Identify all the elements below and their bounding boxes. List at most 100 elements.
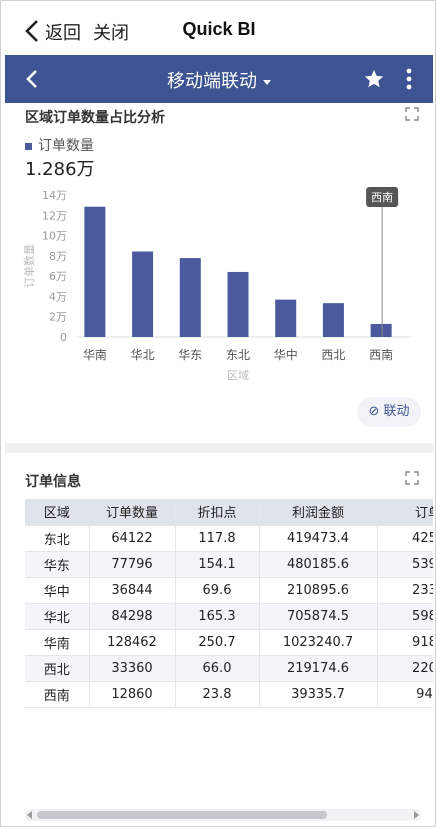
table-cell: 西北 bbox=[25, 655, 90, 682]
bar-华东 bbox=[179, 258, 201, 337]
y-tick-label: 6万 bbox=[49, 270, 67, 283]
page-header: 移动端联动 bbox=[5, 55, 433, 103]
y-tick-label: 0 bbox=[60, 331, 67, 344]
table-header-row: 区域订单数量折扣点利润金额订单金额 bbox=[25, 499, 433, 526]
table-cell: 480185.6 bbox=[259, 551, 378, 578]
fullscreen-icon[interactable] bbox=[405, 107, 419, 121]
y-tick-label: 10万 bbox=[42, 230, 67, 243]
y-tick-label: 8万 bbox=[49, 250, 67, 263]
scroll-right-icon[interactable] bbox=[414, 811, 419, 819]
page-title-text: 移动端联动 bbox=[167, 71, 257, 92]
legend-swatch bbox=[25, 142, 32, 150]
scroll-left-icon[interactable] bbox=[27, 811, 32, 819]
y-tick-label: 14万 bbox=[42, 189, 67, 202]
x-tick-label: 华北 bbox=[131, 348, 155, 362]
x-tick-label: 华南 bbox=[83, 347, 107, 362]
bar-东北 bbox=[227, 271, 249, 337]
x-tick-label: 华中 bbox=[274, 347, 298, 362]
table-cell: 210895.6 bbox=[259, 577, 378, 604]
table-fullscreen-icon[interactable] bbox=[405, 471, 419, 485]
table-scroll-area[interactable]: 区域订单数量折扣点利润金额订单金额 东北64122117.8419473.442… bbox=[25, 499, 433, 759]
table-cell: 2334481 bbox=[377, 577, 433, 604]
table-cell: 64122 bbox=[89, 525, 176, 552]
bar-华南 bbox=[84, 206, 106, 337]
table-cell: 705874.5 bbox=[259, 603, 378, 630]
section-divider bbox=[5, 443, 433, 453]
table-row[interactable]: 东北64122117.8419473.44251907 bbox=[25, 525, 433, 552]
table-row[interactable]: 华北84298165.3705874.55987644 bbox=[25, 603, 433, 630]
y-tick-label: 12万 bbox=[42, 209, 67, 222]
table-cell: 12860 bbox=[89, 681, 176, 708]
table-cell: 69.6 bbox=[175, 577, 260, 604]
total-value: 1.286万 bbox=[25, 159, 95, 180]
table-cell: 华中 bbox=[25, 577, 90, 604]
table-cell: 华东 bbox=[25, 551, 90, 578]
table-cell: 128462 bbox=[89, 629, 176, 656]
table-cell: 1023240.7 bbox=[259, 629, 378, 656]
x-axis-label: 区域 bbox=[227, 369, 249, 382]
table-card-title: 订单信息 bbox=[25, 474, 81, 490]
table-cell: 华北 bbox=[25, 603, 90, 630]
table-cell: 23.8 bbox=[175, 681, 260, 708]
scroll-thumb[interactable] bbox=[37, 811, 327, 819]
bar-西北 bbox=[322, 303, 344, 337]
table-row[interactable]: 华东77796154.1480185.65399745 bbox=[25, 551, 433, 578]
link-button[interactable]: ⊘ 联动 bbox=[357, 397, 421, 427]
app-title: Quick BI bbox=[182, 19, 256, 39]
column-header[interactable]: 订单金额 bbox=[377, 499, 433, 526]
y-tick-label: 2万 bbox=[49, 311, 67, 324]
horizontal-scrollbar[interactable] bbox=[25, 809, 421, 821]
column-header[interactable]: 利润金额 bbox=[259, 499, 378, 526]
x-tick-label: 东北 bbox=[226, 348, 250, 362]
bar-chart[interactable]: 0 2万 4万 6万 8万 10万 12万 14万订单数量华南 华北 华东 东北 华中 西北 西南区域 西南 bbox=[5, 183, 433, 383]
table-cell: 117.8 bbox=[175, 525, 260, 552]
bar-华北 bbox=[132, 251, 154, 337]
x-tick-label: 西北 bbox=[321, 348, 345, 362]
y-tick-label: 4万 bbox=[49, 290, 67, 303]
table-row[interactable]: 华中3684469.6210895.62334481 bbox=[25, 577, 433, 604]
dropdown-caret-icon bbox=[263, 79, 271, 85]
table-cell: 东北 bbox=[25, 525, 90, 552]
table-cell: 66.0 bbox=[175, 655, 260, 682]
table-cell: 36844 bbox=[89, 577, 176, 604]
top-bar: 返回 关闭 Quick BI bbox=[1, 1, 435, 55]
link-icon: ⊘ bbox=[368, 404, 380, 419]
table-cell: 165.3 bbox=[175, 603, 260, 630]
x-tick-label: 西南 bbox=[369, 347, 393, 362]
chart-legend[interactable]: 订单数量 bbox=[25, 135, 94, 155]
table-row[interactable]: 华南128462250.71023240.79181001 bbox=[25, 629, 433, 656]
more-vertical-icon[interactable] bbox=[405, 67, 413, 91]
table-cell: 84298 bbox=[89, 603, 176, 630]
table-cell: 5399745 bbox=[377, 551, 433, 578]
app-frame: 返回 关闭 Quick BI 移动端联动 区域订单数量占比分析 订单数量 1.2… bbox=[0, 0, 436, 827]
bar-西南 bbox=[370, 323, 392, 337]
order-table: 区域订单数量折扣点利润金额订单金额 东北64122117.8419473.442… bbox=[25, 499, 433, 708]
table-cell: 西南 bbox=[25, 681, 90, 708]
table-cell: 33360 bbox=[89, 655, 176, 682]
table-cell: 77796 bbox=[89, 551, 176, 578]
table-cell: 419473.4 bbox=[259, 525, 378, 552]
legend-label: 订单数量 bbox=[38, 138, 94, 154]
table-row[interactable]: 西北3336066.0219174.62206081 bbox=[25, 655, 433, 682]
link-button-label: 联动 bbox=[383, 404, 410, 419]
table-cell: 2206081 bbox=[377, 655, 433, 682]
star-icon[interactable] bbox=[363, 68, 385, 90]
column-header[interactable]: 区域 bbox=[25, 499, 90, 526]
table-cell: 219174.6 bbox=[259, 655, 378, 682]
column-header[interactable]: 订单数量 bbox=[89, 499, 176, 526]
bar-华中 bbox=[275, 299, 297, 337]
chart-card-title: 区域订单数量占比分析 bbox=[25, 110, 165, 126]
table-cell: 9181001 bbox=[377, 629, 433, 656]
table-cell: 39335.7 bbox=[259, 681, 378, 708]
table-body: 东北64122117.8419473.44251907华东77796154.14… bbox=[25, 525, 433, 708]
tooltip-label: 西南 bbox=[371, 191, 393, 204]
y-axis-label: 订单数量 bbox=[23, 244, 36, 288]
table-row[interactable]: 西南1286023.839335.7948466 bbox=[25, 681, 433, 708]
table-cell: 华南 bbox=[25, 629, 90, 656]
table-cell: 4251907 bbox=[377, 525, 433, 552]
x-tick-label: 华东 bbox=[178, 348, 202, 362]
table-cell: 5987644 bbox=[377, 603, 433, 630]
table-cell: 250.7 bbox=[175, 629, 260, 656]
table-cell: 948466 bbox=[377, 681, 433, 708]
column-header[interactable]: 折扣点 bbox=[175, 499, 260, 526]
